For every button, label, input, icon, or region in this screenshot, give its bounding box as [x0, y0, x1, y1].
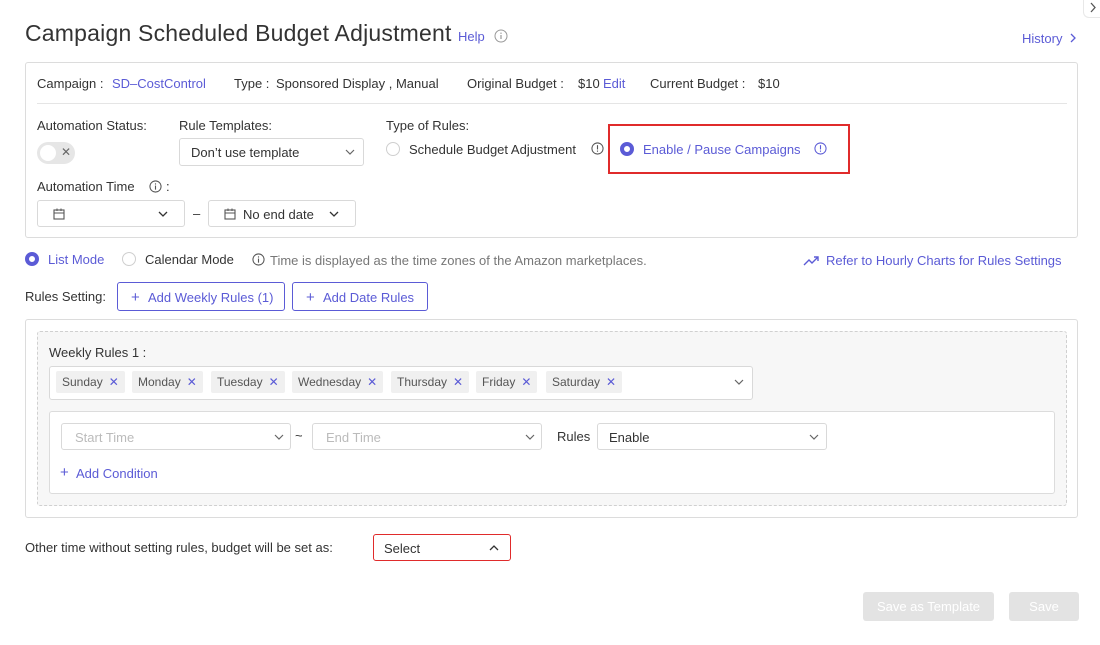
day-tag-wednesday: Wednesday ✕: [292, 371, 384, 393]
current-budget-label: Current Budget :: [650, 76, 746, 91]
save-button[interactable]: Save: [1009, 592, 1079, 621]
rules-label: Rules: [557, 429, 591, 444]
history-link[interactable]: History: [1022, 31, 1062, 46]
rules-select[interactable]: Enable: [597, 423, 827, 450]
automation-time-label: Automation Time: [37, 179, 135, 194]
type-value: Sponsored Display , Manual: [276, 76, 439, 91]
plus-icon[interactable]: +: [60, 464, 69, 481]
calendar-mode-label[interactable]: Calendar Mode: [145, 252, 234, 267]
remove-tag-icon[interactable]: ✕: [521, 375, 531, 389]
automation-time-colon: :: [166, 179, 170, 194]
info-icon[interactable]: [149, 180, 162, 193]
day-tag-friday: Friday ✕: [476, 371, 538, 393]
current-budget-value: $10: [758, 76, 780, 91]
end-date-value: No end date: [243, 207, 314, 222]
add-weekly-rules-label: Add Weekly Rules (1): [148, 290, 274, 305]
day-tag-label: Friday: [482, 375, 516, 389]
page-title: Campaign Scheduled Budget Adjustment: [25, 20, 452, 46]
day-tag-label: Monday: [138, 375, 181, 389]
day-tag-label: Thursday: [397, 375, 448, 389]
weekly-rules-title: Weekly Rules 1 :: [49, 345, 147, 360]
plus-icon: +: [131, 289, 140, 306]
day-tag-saturday: Saturday ✕: [546, 371, 623, 393]
campaign-label: Campaign :: [37, 76, 104, 91]
other-time-label: Other time without setting rules, budget…: [25, 540, 333, 555]
list-mode-label[interactable]: List Mode: [48, 252, 104, 267]
info-icon[interactable]: [591, 142, 604, 155]
chevron-up-icon: [489, 544, 499, 551]
calendar-icon: [53, 208, 65, 220]
day-tag-monday: Monday ✕: [132, 371, 203, 393]
add-weekly-rules-button[interactable]: + Add Weekly Rules (1): [117, 282, 285, 311]
remove-tag-icon[interactable]: ✕: [269, 375, 279, 389]
help-info-icon[interactable]: [494, 29, 508, 43]
chevron-down-icon: [525, 434, 535, 441]
campaign-name-link[interactable]: SD–CostControl: [112, 76, 206, 91]
remove-tag-icon[interactable]: ✕: [187, 375, 197, 389]
end-date-picker[interactable]: No end date: [208, 200, 356, 227]
remove-tag-icon[interactable]: ✕: [367, 375, 377, 389]
automation-status-label: Automation Status:: [37, 118, 147, 133]
rule-templates-label: Rule Templates:: [179, 118, 272, 133]
rule-templates-value: Don’t use template: [191, 145, 300, 160]
save-as-template-button[interactable]: Save as Template: [863, 592, 994, 621]
day-tag-thursday: Thursday ✕: [391, 371, 470, 393]
end-time-placeholder: End Time: [326, 430, 381, 445]
calendar-icon: [224, 208, 236, 220]
start-time-select[interactable]: Start Time: [61, 423, 291, 450]
close-icon: ✕: [61, 145, 72, 159]
radio-list-mode[interactable]: [25, 252, 39, 266]
plus-icon: +: [306, 289, 315, 306]
day-tag-label: Tuesday: [217, 375, 263, 389]
chevron-down-icon[interactable]: [734, 379, 744, 386]
remove-tag-icon[interactable]: ✕: [606, 375, 616, 389]
day-tag-tuesday: Tuesday ✕: [211, 371, 285, 393]
chevron-down-icon: [274, 434, 284, 441]
remove-tag-icon[interactable]: ✕: [453, 375, 463, 389]
chevron-right-icon[interactable]: [1069, 33, 1077, 43]
add-date-rules-button[interactable]: + Add Date Rules: [292, 282, 428, 311]
timezone-note: Time is displayed as the time zones of t…: [270, 253, 647, 268]
day-tag-sunday: Sunday ✕: [56, 371, 125, 393]
chevron-down-icon: [345, 149, 355, 156]
rule-templates-select[interactable]: Don’t use template: [179, 138, 364, 166]
day-tag-label: Saturday: [552, 375, 601, 389]
start-time-placeholder: Start Time: [75, 430, 135, 445]
radio-schedule-budget-adjustment[interactable]: [386, 142, 400, 156]
end-time-select[interactable]: End Time: [312, 423, 542, 450]
type-of-rules-label: Type of Rules:: [386, 118, 470, 133]
info-icon[interactable]: [814, 142, 827, 155]
start-date-picker[interactable]: [37, 200, 185, 227]
radio-enable-pause-campaigns[interactable]: [620, 142, 634, 156]
schedule-budget-adjustment-label[interactable]: Schedule Budget Adjustment: [409, 142, 576, 157]
chevron-down-icon: [158, 211, 168, 218]
original-budget-label: Original Budget :: [467, 76, 564, 91]
radio-calendar-mode[interactable]: [122, 252, 136, 266]
chevron-down-icon: [329, 211, 339, 218]
close-button[interactable]: [1083, 0, 1100, 18]
chevron-down-icon: [809, 434, 819, 441]
automation-status-toggle[interactable]: ✕: [37, 142, 75, 164]
original-budget-value: $10: [578, 76, 600, 91]
add-date-rules-label: Add Date Rules: [323, 290, 415, 305]
divider: [37, 103, 1067, 104]
add-condition-link[interactable]: Add Condition: [76, 466, 158, 481]
info-icon: [252, 253, 265, 266]
hourly-charts-link[interactable]: Refer to Hourly Charts for Rules Setting…: [826, 253, 1062, 268]
edit-budget-link[interactable]: Edit: [603, 76, 625, 91]
type-label: Type :: [234, 76, 270, 91]
enable-pause-campaigns-label[interactable]: Enable / Pause Campaigns: [643, 142, 801, 157]
remove-tag-icon[interactable]: ✕: [109, 375, 119, 389]
time-range-tilde: ~: [295, 428, 303, 443]
other-time-select[interactable]: Select: [373, 534, 511, 561]
trending-up-icon[interactable]: [803, 255, 819, 266]
rules-value: Enable: [609, 430, 650, 445]
date-range-separator: –: [193, 206, 201, 221]
day-tag-label: Sunday: [62, 375, 103, 389]
rules-setting-label: Rules Setting:: [25, 289, 106, 304]
day-tag-label: Wednesday: [298, 375, 362, 389]
other-time-value: Select: [384, 541, 421, 556]
help-link[interactable]: Help: [458, 29, 485, 44]
